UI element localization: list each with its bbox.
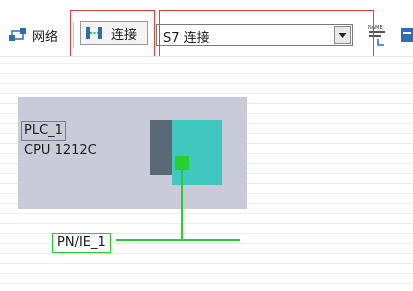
subnet-label[interactable]: PN/IE_1	[52, 233, 111, 253]
